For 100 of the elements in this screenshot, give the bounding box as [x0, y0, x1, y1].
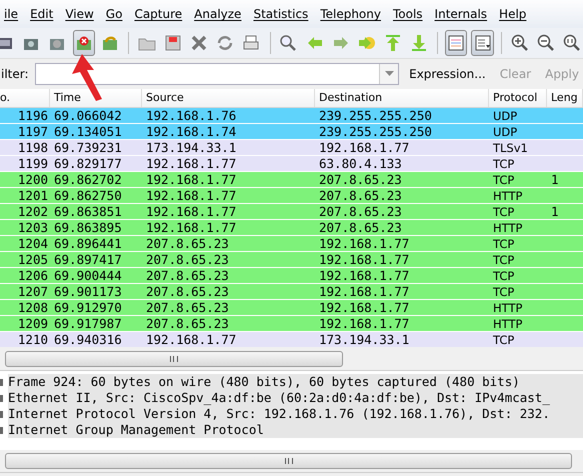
packet-row[interactable]: 1199 69.829177 192.168.1.77 63.80.4.133 TCP	[0, 156, 583, 171]
table-cell-text: TLSv1	[492, 140, 529, 154]
menu-item[interactable]: Analyze	[188, 7, 248, 21]
colorize-button[interactable]	[445, 30, 468, 56]
table-cell-text: 69.917987	[53, 316, 123, 331]
packet-row[interactable]: 1204 69.896441 207.8.65.23 192.168.1.77 TCP	[0, 236, 583, 251]
table-cell-text: 1210	[16, 332, 49, 347]
table-cell-text: 192.168.1.77	[318, 284, 410, 299]
menu-item[interactable]: Telephony	[314, 7, 387, 21]
packet-row[interactable]: 1202 69.863851 192.168.1.77 207.8.65.23 TCP 1	[0, 204, 583, 219]
table-cell-text: TCP	[492, 268, 516, 282]
packet-row[interactable]: 1208 69.912970 207.8.65.23 192.168.1.77 HTTP	[0, 300, 583, 315]
table-cell-text: 63.80.4.133	[318, 156, 403, 171]
table-cell-text: 207.8.65.23	[145, 268, 230, 283]
table-cell-text: 69.900444	[53, 268, 123, 283]
packet-row[interactable]: 1205 69.897417 207.8.65.23 192.168.1.77 TCP	[0, 252, 583, 267]
table-cell-text: HTTP	[492, 316, 524, 330]
packet-row[interactable]: 1197 69.134051 192.168.1.74 239.255.255.250 UDP	[0, 124, 583, 139]
table-cell-text: TCP	[492, 332, 516, 346]
auto-scroll-button[interactable]	[471, 30, 494, 56]
expander-icon[interactable]	[0, 426, 3, 434]
filter-label: ilter:	[1, 67, 29, 81]
packet-row[interactable]: 1207 69.901173 207.8.65.23 192.168.1.77 TCP	[0, 284, 583, 299]
table-cell-text: UDP	[492, 124, 518, 138]
table-cell-text: 207.8.65.23	[145, 300, 230, 315]
table-cell-text: 192.168.1.77	[318, 252, 410, 267]
table-cell-text: TCP	[492, 252, 516, 266]
table-cell-text: 239.255.255.250	[318, 124, 433, 139]
column-header[interactable]: Source	[142, 89, 315, 107]
menu-item[interactable]: Tools	[386, 7, 429, 21]
table-cell-text: 207.8.65.23	[318, 172, 403, 187]
table-cell-text: 173.194.33.1	[318, 332, 410, 347]
column-header[interactable]: Destination	[315, 89, 489, 107]
table-cell-text: HTTP	[492, 300, 524, 314]
table-cell-text: 69.862702	[53, 172, 123, 187]
table-cell-text: 173.194.33.1	[145, 140, 238, 155]
table-cell-text: 207.8.65.23	[318, 220, 403, 235]
table-cell-text: 69.896441	[53, 236, 123, 251]
table-cell-text: 207.8.65.23	[318, 188, 403, 203]
menu-item[interactable]: Internals	[428, 7, 494, 21]
scrollbar-thumb[interactable]	[5, 453, 572, 469]
table-cell-text: 192.168.1.77	[145, 220, 238, 235]
expander-icon[interactable]	[0, 378, 3, 386]
table-cell-text: 207.8.65.23	[145, 316, 230, 331]
expander-icon[interactable]	[0, 394, 3, 402]
table-cell-text: 207.8.65.23	[145, 252, 230, 267]
table-cell-text: 192.168.1.77	[145, 156, 238, 171]
column-header[interactable]: Protocol	[489, 89, 547, 107]
table-cell-text: TCP	[492, 284, 516, 298]
table-cell-text: 69.134051	[53, 124, 123, 139]
menu-item[interactable]: Statistics	[247, 7, 314, 21]
table-cell-text: 1200	[16, 172, 49, 187]
packet-row[interactable]: 1203 69.863895 192.168.1.77 207.8.65.23 HTTP	[0, 220, 583, 235]
table-cell-text: 192.168.1.74	[145, 124, 238, 139]
menu-item[interactable]: View	[59, 7, 100, 21]
column-header[interactable]: o.	[0, 89, 50, 107]
table-cell-text: 69.897417	[53, 252, 123, 267]
dropdown-icon[interactable]	[384, 71, 394, 77]
filter-field[interactable]	[34, 63, 400, 85]
menu-item[interactable]: ile	[0, 7, 24, 21]
column-header[interactable]: Leng	[547, 89, 583, 107]
table-cell-text: 1206	[16, 268, 49, 283]
scrollbar-thumb[interactable]	[5, 351, 343, 367]
table-cell-text: 1209	[16, 316, 49, 331]
menu-item[interactable]: Capture	[128, 7, 188, 21]
capture-stop-button[interactable]	[72, 30, 95, 56]
packet-row[interactable]: 1200 69.862702 192.168.1.77 207.8.65.23 TCP 1	[0, 172, 583, 187]
table-cell-text: 69.863895	[53, 220, 123, 235]
table-cell-text: TCP	[492, 204, 516, 218]
table-cell-text: TCP	[492, 236, 516, 250]
table-cell-text: 69.829177	[53, 156, 123, 171]
packet-row[interactable]: 1201 69.862750 192.168.1.77 207.8.65.23 HTTP	[0, 188, 583, 203]
menu-item[interactable]: Help	[493, 7, 532, 21]
table-cell-text: 192.168.1.77	[318, 140, 410, 155]
table-cell-text: 69.863851	[53, 204, 123, 219]
table-cell-text: 1199	[16, 156, 49, 171]
table-cell-text: 192.168.1.77	[145, 188, 238, 203]
table-cell-text: 192.168.1.77	[145, 204, 238, 219]
table-cell-text: 1196	[16, 108, 49, 123]
table-cell-text: 192.168.1.77	[318, 300, 410, 315]
table-cell-text: 1198	[16, 140, 49, 155]
auto-scroll-icon	[472, 33, 493, 53]
table-cell-text: 239.255.255.250	[318, 108, 433, 123]
packet-row[interactable]: 1209 69.917987 207.8.65.23 192.168.1.77 HTTP	[0, 316, 583, 331]
table-cell-text: 69.912970	[53, 300, 123, 315]
packet-row[interactable]: 1198 69.739231 173.194.33.1 192.168.1.77 TLSv1	[0, 140, 583, 155]
menu-item[interactable]: Go	[100, 7, 128, 21]
expander-icon[interactable]	[0, 410, 3, 418]
table-cell-text: UDP	[492, 108, 518, 122]
table-cell-text: 69.940316	[53, 332, 123, 347]
table-cell-text: 1	[550, 204, 560, 219]
packet-row[interactable]: 1196 69.066042 192.168.1.76 239.255.255.250 UDP	[0, 108, 583, 123]
packet-row[interactable]: 1210 69.940316 192.168.1.77 173.194.33.1 TCP	[0, 332, 583, 347]
table-cell-text: 192.168.1.76	[145, 108, 238, 123]
packet-row[interactable]: 1206 69.900444 207.8.65.23 192.168.1.77 TCP	[0, 268, 583, 283]
menu-item[interactable]: Edit	[24, 7, 60, 21]
table-cell-text: 192.168.1.77	[145, 172, 238, 187]
table-cell-text: 192.168.1.77	[318, 236, 410, 251]
table-cell-text: 192.168.1.77	[318, 316, 410, 331]
filter-action-button[interactable]: Expression...	[405, 67, 490, 81]
